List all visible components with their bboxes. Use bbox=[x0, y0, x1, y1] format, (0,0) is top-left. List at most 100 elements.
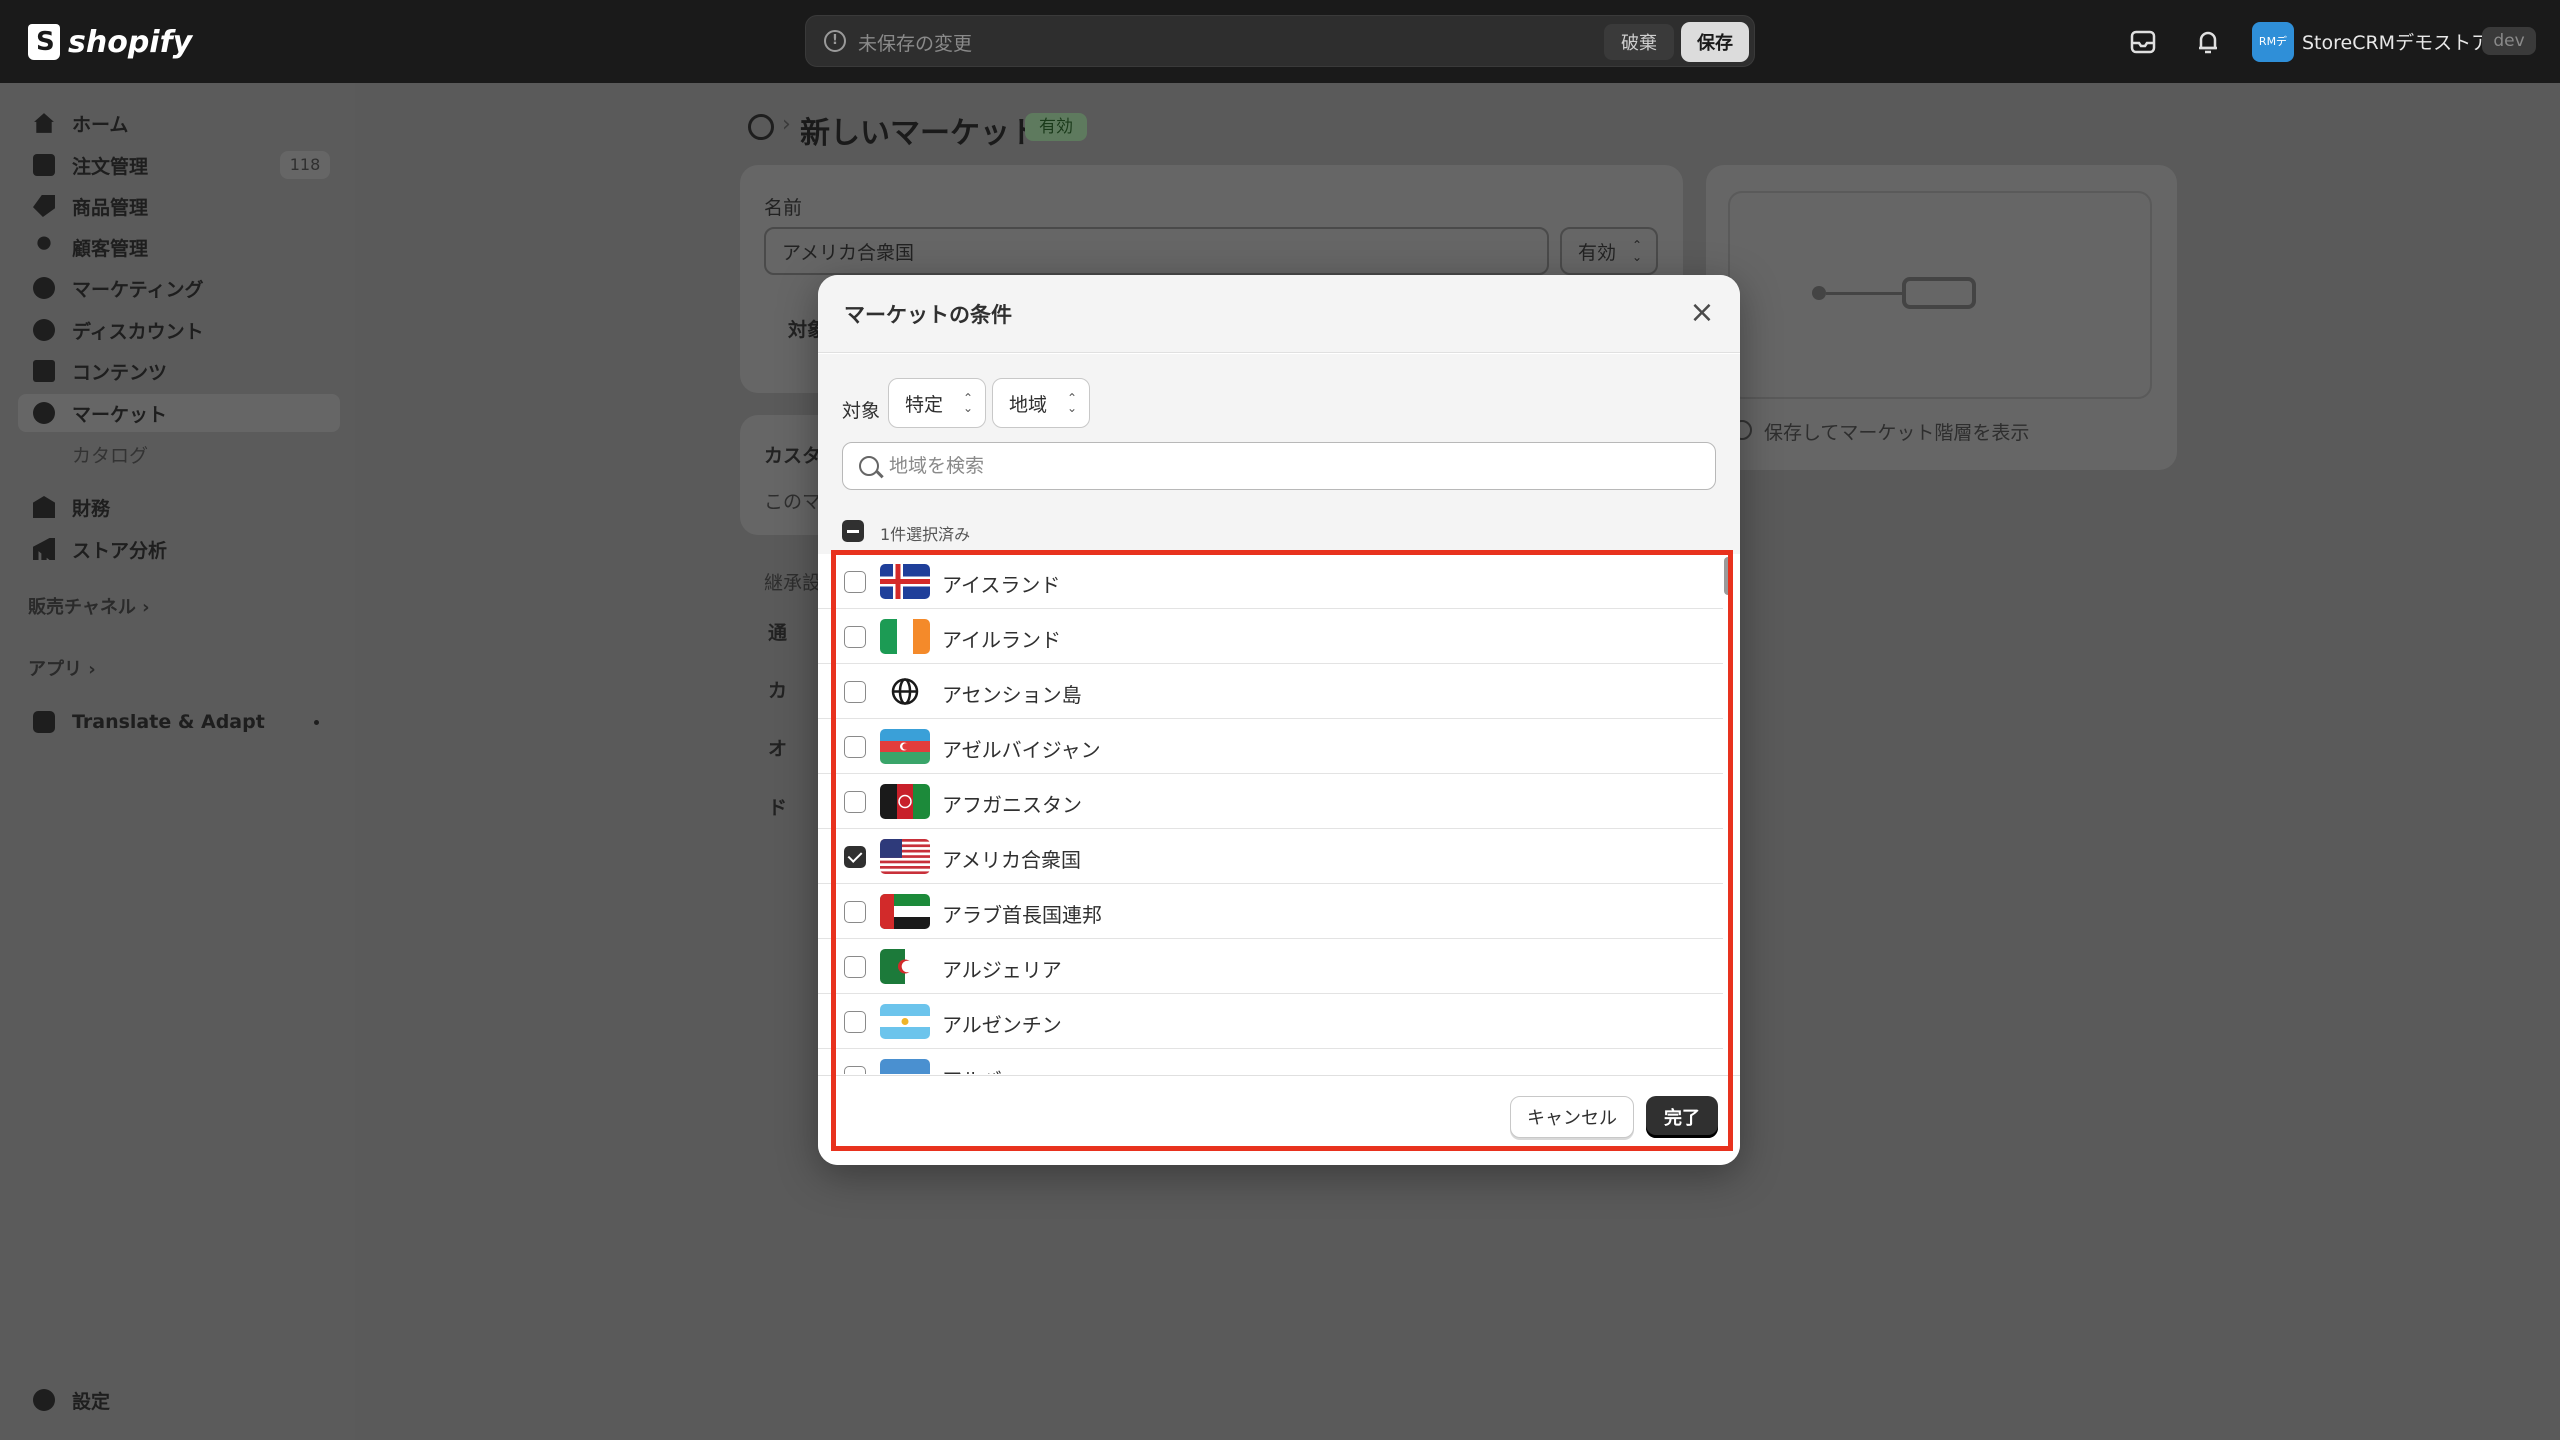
currency-settings-row[interactable]: 通 bbox=[768, 618, 787, 645]
select-all-row[interactable]: 1件選択済み bbox=[842, 518, 1716, 548]
iceland-flag-icon bbox=[880, 564, 930, 599]
markets-globe-icon[interactable] bbox=[748, 114, 774, 140]
sidebar-item-content[interactable]: コンテンツ bbox=[18, 352, 340, 390]
list-item[interactable]: アゼルバイジャン bbox=[818, 719, 1723, 774]
country-name: アセンション島 bbox=[942, 683, 1082, 707]
shopify-logo[interactable]: shopify bbox=[28, 20, 192, 64]
country-name: アフガニスタン bbox=[942, 793, 1082, 817]
sidebar-item-products[interactable]: 商品管理 bbox=[18, 187, 340, 225]
tag-icon bbox=[33, 195, 55, 217]
list-item[interactable]: アセンション島 bbox=[818, 664, 1723, 719]
hierarchy-connector bbox=[1826, 292, 1902, 295]
modal-title: マーケットの条件 bbox=[844, 303, 1012, 327]
sidebar-item-marketing[interactable]: マーケティング bbox=[18, 269, 340, 307]
uae-flag-icon bbox=[880, 894, 930, 929]
country-checkbox[interactable] bbox=[844, 846, 866, 868]
cancel-button[interactable]: キャンセル bbox=[1510, 1096, 1634, 1138]
discount-icon bbox=[33, 319, 55, 341]
name-label: 名前 bbox=[764, 197, 803, 219]
target-select-value: 特定 bbox=[905, 393, 944, 416]
chevron-updown-icon: ⌃ ⌄ bbox=[1631, 238, 1642, 264]
country-list[interactable]: アイスランド アイルランド アセンション島 アゼルバイジャン アフガニスタン ア… bbox=[818, 554, 1740, 1074]
discard-button[interactable]: 破棄 bbox=[1604, 24, 1674, 60]
country-name: アイスランド bbox=[942, 573, 1061, 597]
sidebar-item-discounts[interactable]: ディスカウント bbox=[18, 311, 340, 349]
order-count-badge: 118 bbox=[280, 151, 330, 179]
target-select[interactable]: 特定 ⌃ ⌄ bbox=[888, 378, 986, 428]
chevron-updown-icon: ⌃ ⌄ bbox=[963, 391, 974, 415]
sidebar-item-finance[interactable]: 財務 bbox=[18, 488, 340, 526]
algeria-flag-icon bbox=[880, 949, 930, 984]
region-search-input[interactable] bbox=[889, 443, 1699, 489]
sidebar-item-customers[interactable]: 顧客管理 bbox=[18, 228, 340, 266]
list-item[interactable]: アルジェリア bbox=[818, 939, 1723, 994]
status-badge: 有効 bbox=[1025, 113, 1087, 141]
country-checkbox[interactable] bbox=[844, 901, 866, 923]
domain-settings-row[interactable]: ド bbox=[768, 793, 787, 820]
country-checkbox[interactable] bbox=[844, 956, 866, 978]
list-item[interactable]: アイルランド bbox=[818, 609, 1723, 664]
done-button[interactable]: 完了 bbox=[1646, 1096, 1718, 1138]
sidebar-item-settings[interactable]: 設定 bbox=[18, 1381, 340, 1419]
market-hierarchy-card: 保存してマーケット階層を表示 bbox=[1706, 165, 2177, 470]
country-name: アメリカ合衆国 bbox=[942, 848, 1081, 872]
country-name: アルジェリア bbox=[942, 958, 1062, 982]
bell-icon[interactable] bbox=[2192, 26, 2224, 58]
sidebar-item-label: コンテンツ bbox=[72, 361, 168, 384]
name-input-value: アメリカ合衆国 bbox=[782, 241, 915, 264]
store-avatar[interactable]: RMデ bbox=[2252, 22, 2294, 62]
country-checkbox[interactable] bbox=[844, 571, 866, 593]
hierarchy-box bbox=[1902, 277, 1976, 309]
globe-icon bbox=[891, 678, 919, 705]
inbox-icon[interactable] bbox=[2127, 26, 2159, 58]
select-all-checkbox[interactable] bbox=[842, 520, 864, 542]
list-item[interactable]: アイスランド bbox=[818, 554, 1723, 609]
country-checkbox[interactable] bbox=[844, 626, 866, 648]
sidebar-item-analytics[interactable]: ストア分析 bbox=[18, 530, 340, 568]
country-checkbox[interactable] bbox=[844, 791, 866, 813]
list-item[interactable]: アメリカ合衆国 bbox=[818, 829, 1723, 884]
country-checkbox[interactable] bbox=[844, 1011, 866, 1033]
list-item[interactable]: アラブ首長国連邦 bbox=[818, 884, 1723, 939]
country-name: アルバ bbox=[942, 1064, 1002, 1074]
sidebar-item-translate-adapt[interactable]: Translate & Adapt bbox=[18, 703, 340, 741]
catalog-settings-row[interactable]: カ bbox=[768, 676, 787, 703]
sidebar-item-label: 顧客管理 bbox=[72, 237, 149, 260]
sidebar-item-orders[interactable]: 注文管理 118 bbox=[18, 146, 340, 184]
app-root: shopify ! 未保存の変更 破棄 保存 RMデ StoreCRMデモストア… bbox=[0, 0, 2560, 1440]
name-input[interactable]: アメリカ合衆国 bbox=[764, 227, 1549, 275]
content-icon bbox=[33, 360, 55, 382]
apps-header[interactable]: アプリ › bbox=[28, 655, 96, 681]
country-checkbox[interactable] bbox=[844, 1066, 866, 1074]
status-select[interactable]: 有効 ⌃ ⌄ bbox=[1560, 227, 1658, 275]
save-button[interactable]: 保存 bbox=[1681, 22, 1749, 62]
target-label: 対象 bbox=[842, 400, 881, 422]
store-name[interactable]: StoreCRMデモストア bbox=[2302, 28, 2490, 55]
sidebar-item-label: ストア分析 bbox=[72, 539, 168, 562]
breadcrumb-chevron-icon: › bbox=[782, 112, 791, 137]
list-item[interactable]: アルゼンチン bbox=[818, 994, 1723, 1049]
chart-icon bbox=[33, 538, 55, 560]
sidebar-item-home[interactable]: ホーム bbox=[18, 104, 340, 142]
scope-select[interactable]: 地域 ⌃ ⌄ bbox=[992, 378, 1090, 428]
sidebar-item-label: ホーム bbox=[72, 113, 129, 136]
list-scrollbar[interactable] bbox=[1724, 557, 1732, 595]
more-dot-icon[interactable] bbox=[314, 720, 319, 725]
country-checkbox[interactable] bbox=[844, 736, 866, 758]
aruba-flag-icon bbox=[880, 1059, 930, 1074]
sidebar-item-markets[interactable]: マーケット bbox=[18, 394, 340, 432]
sidebar-item-label: マーケット bbox=[72, 403, 168, 426]
online-store-settings-row[interactable]: オ bbox=[768, 734, 787, 761]
modal-footer: キャンセル 完了 bbox=[818, 1075, 1740, 1165]
afghanistan-flag-icon bbox=[880, 784, 930, 819]
country-checkbox[interactable] bbox=[844, 681, 866, 703]
close-icon[interactable]: × bbox=[1686, 297, 1718, 329]
globe-icon bbox=[33, 402, 55, 424]
order-icon bbox=[33, 154, 55, 176]
sidebar-item-label: ディスカウント bbox=[72, 320, 204, 343]
list-item[interactable]: アフガニスタン bbox=[818, 774, 1723, 829]
sales-channels-header[interactable]: 販売チャネル › bbox=[28, 593, 150, 619]
region-search[interactable] bbox=[842, 442, 1716, 490]
sidebar-subitem-catalog[interactable]: カタログ bbox=[72, 441, 148, 468]
list-item[interactable]: アルバ bbox=[818, 1049, 1723, 1074]
